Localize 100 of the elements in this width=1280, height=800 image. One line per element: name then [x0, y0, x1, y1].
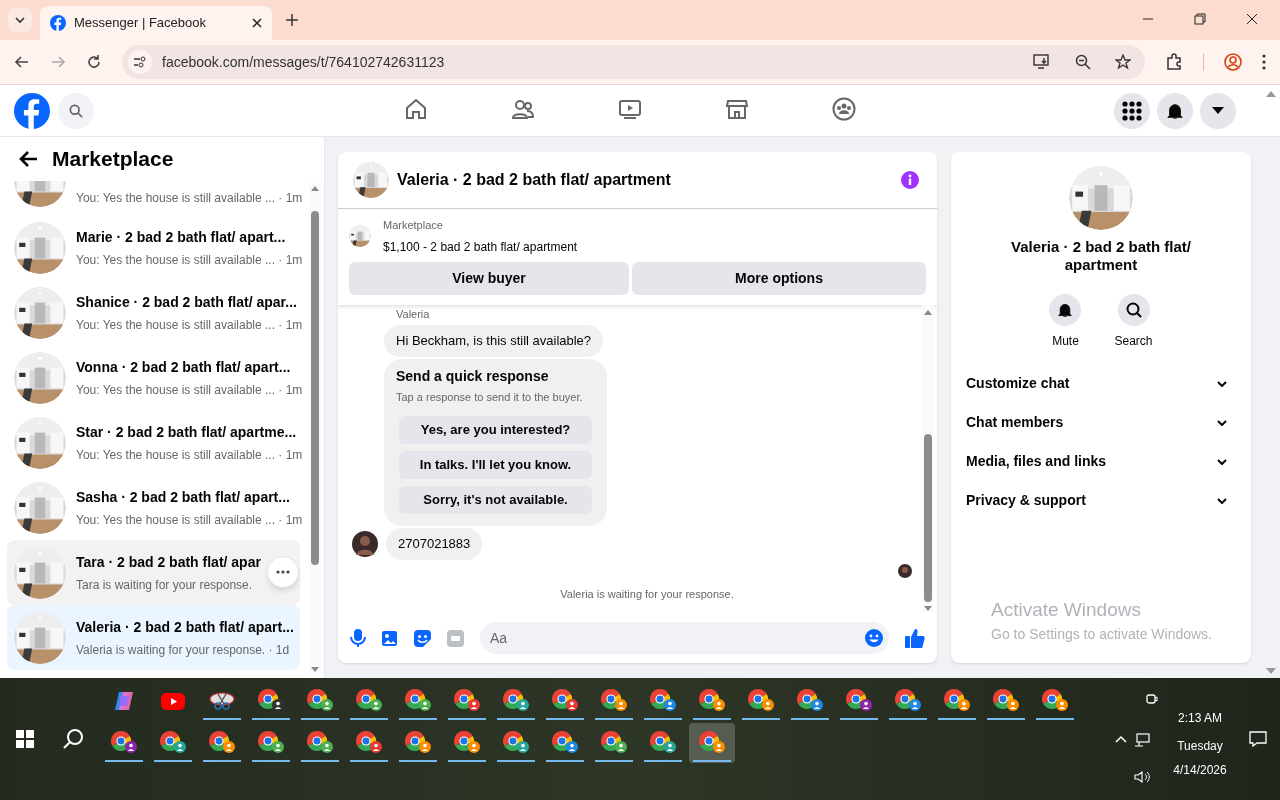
restore-icon[interactable] — [1194, 13, 1206, 25]
close-icon[interactable] — [1246, 13, 1258, 25]
profile-icon[interactable] — [1224, 53, 1242, 71]
scroll-down-icon[interactable] — [1266, 668, 1276, 674]
quick-response-button[interactable]: In talks. I'll let you know. — [399, 451, 592, 479]
friends-icon[interactable] — [511, 97, 535, 121]
extensions-icon[interactable] — [1165, 53, 1183, 71]
install-app-icon[interactable] — [1033, 54, 1051, 70]
groups-icon[interactable] — [832, 97, 856, 121]
search-button[interactable] — [1117, 294, 1150, 326]
card-subtitle: Tap a response to send it to the buyer. — [396, 389, 584, 405]
chat-title: Valeria · 2 bad 2 bath flat/ apartment — [397, 170, 672, 190]
conversation-title: Shanice · 2 bad 2 bath flat/ apar... — [76, 292, 298, 312]
section-row[interactable]: Media, files and links — [957, 442, 1245, 481]
info-icon[interactable] — [901, 171, 919, 189]
new-tab-icon[interactable] — [286, 14, 298, 26]
conversation-title: Tara · 2 bad 2 bath flat/ apar — [76, 552, 261, 572]
network-icon[interactable] — [1134, 733, 1150, 747]
scroll-up-icon[interactable] — [311, 186, 319, 191]
notifications-button[interactable] — [1157, 93, 1193, 129]
chevron-icon — [1217, 380, 1227, 387]
search-icon[interactable] — [62, 728, 84, 750]
conversation-name: Valeria · 2 bad 2 bath flat/ apartment — [1009, 238, 1193, 274]
volume-icon[interactable] — [1134, 771, 1150, 783]
more-icon — [276, 570, 290, 574]
section-row[interactable]: Privacy & support — [957, 481, 1245, 520]
scissors-icon — [209, 691, 235, 711]
browser-tab[interactable]: Messenger | Facebook — [40, 6, 272, 40]
video-icon[interactable] — [618, 97, 642, 121]
section-label: Media, files and links — [966, 452, 1108, 471]
back-icon[interactable] — [14, 54, 30, 70]
star-icon[interactable] — [1115, 54, 1131, 70]
back-arrow-icon[interactable] — [18, 150, 38, 168]
conversation-title: Star · 2 bad 2 bath flat/ apartme... — [76, 422, 298, 442]
store-icon[interactable] — [725, 97, 749, 121]
conversation-title: Marie · 2 bad 2 bath flat/ apart... — [76, 227, 287, 247]
home-icon[interactable] — [404, 97, 428, 121]
chevron-up-icon[interactable] — [1115, 735, 1127, 743]
sidebar-title: Marketplace — [52, 146, 174, 173]
status-text: Valeria is waiting for your response. — [560, 586, 734, 602]
scrollbar-thumb[interactable] — [924, 434, 932, 602]
microphone-icon[interactable] — [350, 629, 366, 647]
section-row[interactable]: Chat members — [957, 403, 1245, 442]
conversation-item[interactable]: Tara · 2 bad 2 bath flat/ apar Tara is waiting for your response. — [7, 540, 300, 605]
more-options-button[interactable]: More options — [632, 261, 926, 295]
windows-start-icon[interactable] — [16, 730, 34, 748]
scroll-up-icon[interactable] — [924, 309, 932, 315]
reload-icon[interactable] — [86, 54, 102, 70]
meet-now-icon[interactable] — [1146, 692, 1158, 706]
scroll-up-icon[interactable] — [1266, 91, 1276, 97]
facebook-logo-icon — [50, 15, 66, 31]
message-preview: You: Yes the house is still available ... · 1m — [76, 316, 303, 334]
menu-button[interactable] — [1114, 93, 1150, 129]
scrollbar-thumb[interactable] — [311, 211, 319, 565]
facebook-logo-icon[interactable] — [14, 92, 50, 129]
message-preview: Valeria is waiting for your response. · 1d — [76, 641, 291, 659]
search-icon — [69, 103, 83, 118]
thumbs-up-icon[interactable] — [905, 628, 925, 648]
section-label: Privacy & support — [966, 491, 1087, 510]
action-label: Mute — [1052, 333, 1079, 350]
message-bubble: Hi Beckham, is this still available? — [384, 325, 604, 357]
avatar — [352, 530, 378, 557]
conversation-title: Sasha · 2 bad 2 bath flat/ apart... — [76, 487, 291, 507]
clock-time[interactable]: 2:13 AM — [1178, 709, 1222, 727]
clock-date[interactable]: 4/14/2026 — [1173, 761, 1227, 779]
action-label: Search — [1114, 333, 1153, 350]
url-text: facebook.com/messages/t/764102742631123 — [162, 52, 446, 72]
read-receipt-avatar — [898, 563, 912, 578]
zoom-out-icon[interactable] — [1075, 54, 1091, 70]
activation-text: Go to Settings to activate Windows. — [991, 625, 1212, 644]
clock-day[interactable]: Tuesday — [1177, 737, 1223, 755]
more-icon[interactable] — [1262, 54, 1266, 70]
view-buyer-button[interactable]: View buyer — [349, 261, 629, 295]
conversation-item[interactable]: Valeria · 2 bad 2 bath flat/ apart... Valeria is waiting for your response. · 1d — [7, 605, 300, 670]
tab-title: Messenger | Facebook — [74, 14, 207, 33]
section-label: Customize chat — [966, 374, 1071, 393]
message-preview: You: Yes the house is still available ... · 1m — [76, 511, 303, 529]
sticker-icon[interactable] — [414, 629, 431, 647]
site-settings-icon[interactable] — [133, 55, 147, 69]
quick-response-button[interactable]: Sorry, it's not available. — [399, 486, 592, 514]
quick-response-button[interactable]: Yes, are you interested? — [399, 416, 592, 444]
grid-icon — [1122, 101, 1142, 121]
scroll-down-icon[interactable] — [311, 667, 319, 672]
emoji-icon[interactable] — [865, 629, 883, 647]
section-row[interactable]: Customize chat — [957, 364, 1245, 403]
scroll-down-icon[interactable] — [924, 606, 932, 611]
photo-icon[interactable] — [382, 629, 398, 647]
section-label: Chat members — [966, 413, 1065, 432]
address-bar[interactable]: facebook.com/messages/t/764102742631123 — [122, 45, 1145, 79]
tab-list-icon[interactable] — [14, 14, 26, 26]
account-button[interactable] — [1200, 93, 1236, 129]
close-icon[interactable] — [252, 18, 262, 28]
caret-icon — [1212, 107, 1224, 115]
notifications-icon[interactable] — [1249, 731, 1267, 747]
listing-title: $1,100 - 2 bad 2 bath flat/ apartment — [383, 238, 578, 256]
message-preview: You: Yes the house is still available ... · 1m — [76, 251, 303, 269]
mute-button[interactable] — [1049, 294, 1082, 326]
message-field[interactable]: Aa — [480, 622, 889, 654]
bell-icon — [1166, 102, 1184, 120]
gradient-logo-icon — [113, 690, 135, 712]
